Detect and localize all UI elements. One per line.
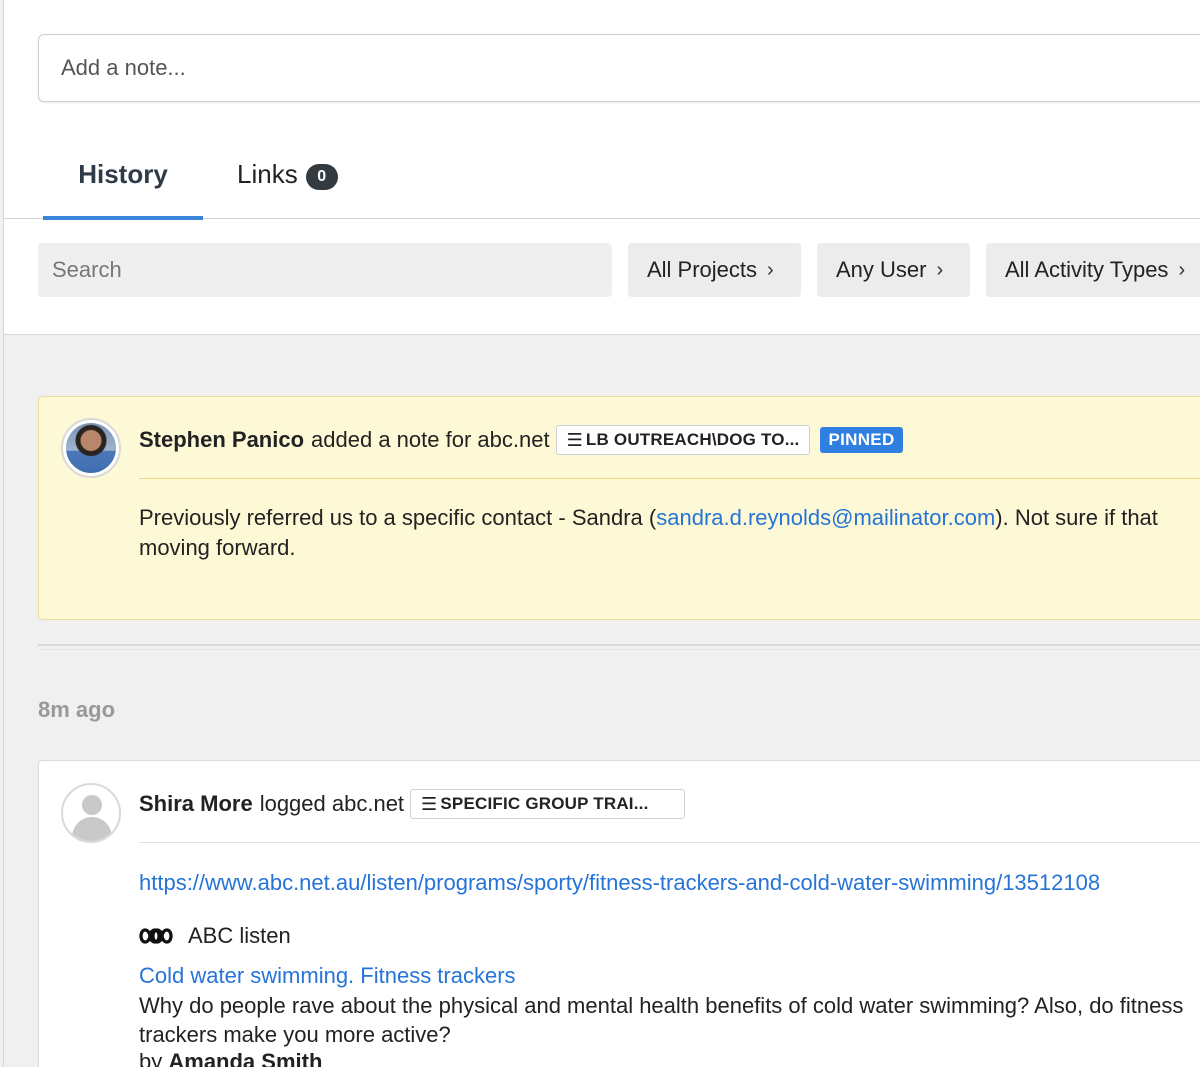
project-chip[interactable]: ☰ SPECIFIC GROUP TRAI...: [410, 789, 686, 819]
tab-history-label: History: [78, 159, 168, 189]
divider: [139, 478, 1200, 479]
note-line-1: Previously referred us to a specific con…: [139, 503, 1200, 533]
activity-log-card: Shira More logged abc.net ☰ SPECIFIC GRO…: [38, 760, 1200, 1067]
preview-site-name: ABC listen: [188, 923, 291, 948]
chevron-right-icon: ›: [767, 258, 774, 281]
pinned-note-card: Stephen Panico added a note for abc.net …: [38, 396, 1200, 620]
tab-links-label: Links: [237, 159, 298, 189]
pinned-note-header: Stephen Panico added a note for abc.net …: [139, 425, 903, 455]
default-user-icon-head: [82, 795, 102, 815]
list-icon: ☰: [566, 429, 583, 450]
section-separator-shadow: [38, 649, 1200, 650]
project-chip-label: LB OUTREACH\DOG TO...: [585, 430, 800, 449]
active-tab-indicator: [43, 216, 203, 220]
section-separator: [38, 644, 1200, 646]
filter-bar: Search All Projects › Any User › All Act…: [4, 243, 1200, 297]
add-note-input[interactable]: Add a note...: [38, 34, 1200, 102]
top-panel: Add a note... History Links 0 Search All…: [4, 0, 1200, 335]
activity-types-filter-label: All Activity Types: [1005, 257, 1169, 282]
tab-bar: History Links 0: [4, 130, 1200, 220]
note-body: Previously referred us to a specific con…: [139, 503, 1200, 563]
preview-byline: by Amanda Smith: [139, 1049, 322, 1067]
link-preview-site: ABC listen: [139, 923, 291, 949]
preview-title-link[interactable]: Cold water swimming. Fitness trackers: [139, 963, 516, 989]
author-name[interactable]: Stephen Panico: [139, 427, 304, 453]
user-photo: [66, 423, 116, 473]
note-line-2: moving forward.: [139, 535, 296, 560]
avatar[interactable]: [61, 783, 121, 843]
list-icon: ☰: [421, 793, 438, 814]
tab-history[interactable]: History: [43, 130, 203, 220]
preview-description: Why do people rave about the physical an…: [139, 993, 1184, 1047]
timestamp-label: 8m ago: [38, 697, 116, 722]
search-placeholder: Search: [52, 257, 122, 282]
logged-url-link[interactable]: https://www.abc.net.au/listen/programs/s…: [139, 870, 1100, 896]
chevron-right-icon: ›: [1178, 258, 1186, 281]
project-chip[interactable]: ☰ LB OUTREACH\DOG TO...: [555, 425, 811, 455]
activity-action-text: added a note for abc.net: [311, 427, 550, 452]
links-count-badge: 0: [305, 163, 338, 190]
projects-filter-label: All Projects: [647, 257, 758, 282]
avatar[interactable]: [61, 418, 121, 478]
activity-types-filter-button[interactable]: All Activity Types ›: [986, 243, 1200, 297]
user-filter-label: Any User: [836, 257, 927, 282]
default-user-icon-body: [72, 817, 112, 841]
email-link[interactable]: sandra.d.reynolds@mailinator.com: [656, 505, 995, 530]
project-chip-label: SPECIFIC GROUP TRAI...: [440, 794, 649, 813]
divider: [139, 842, 1200, 843]
note-text-after: ). Not sure if that: [995, 505, 1158, 530]
byline-prefix: by: [139, 1049, 163, 1067]
abc-logo-icon: [139, 928, 173, 944]
author-name[interactable]: Shira More: [139, 791, 253, 817]
user-filter-button[interactable]: Any User ›: [817, 243, 970, 297]
add-note-placeholder: Add a note...: [61, 55, 186, 80]
projects-filter-button[interactable]: All Projects ›: [628, 243, 801, 297]
log-entry-header: Shira More logged abc.net ☰ SPECIFIC GRO…: [139, 789, 686, 819]
history-search-input[interactable]: Search: [38, 243, 612, 297]
chevron-right-icon: ›: [936, 258, 944, 281]
byline-author: Amanda Smith: [168, 1049, 323, 1067]
pinned-badge: PINNED: [820, 427, 903, 453]
note-text-before: Previously referred us to a specific con…: [139, 505, 657, 530]
activity-action-text: logged abc.net: [259, 791, 405, 816]
tab-links[interactable]: Links 0: [237, 130, 338, 219]
left-panel-edge: [0, 0, 4, 1067]
